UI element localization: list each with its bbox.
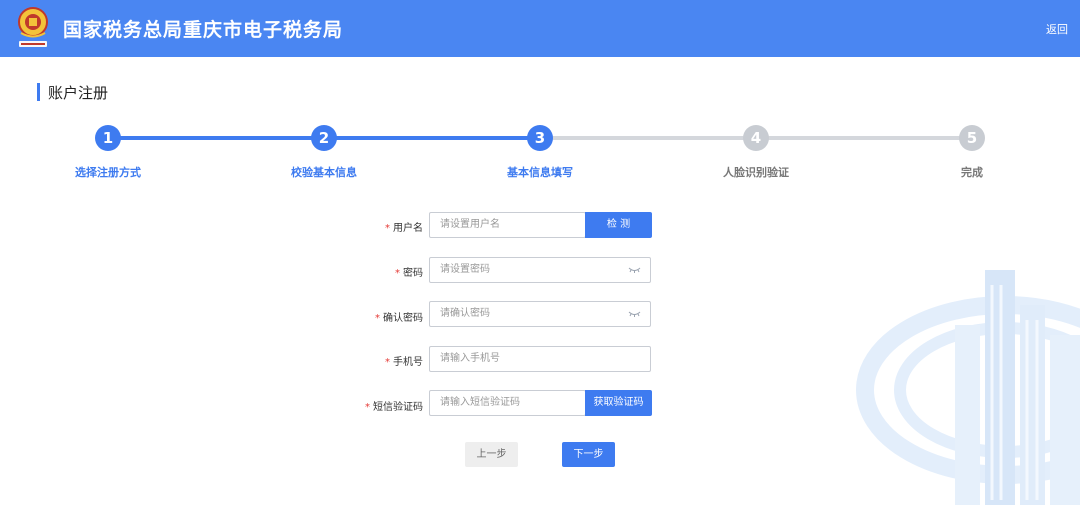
username-input[interactable]: 请设置用户名 [429, 212, 586, 238]
step-3-dot: 3 [527, 125, 553, 151]
sms-code-input[interactable]: 请输入短信验证码 [429, 390, 586, 416]
phone-input[interactable]: 请输入手机号 [429, 346, 651, 372]
required-mark: * [385, 357, 390, 368]
check-username-button[interactable]: 检 测 [585, 212, 652, 238]
step-4-dot: 4 [743, 125, 769, 151]
required-mark: * [365, 402, 370, 413]
section-accent-bar [37, 83, 40, 101]
step-1-dot: 1 [95, 125, 121, 151]
password-label: * 密码 [395, 268, 423, 279]
confirm-password-placeholder: 请确认密码 [440, 308, 490, 319]
step-2-dot: 2 [311, 125, 337, 151]
password-field[interactable]: 请设置密码 [429, 257, 651, 283]
step-2-label: 校验基本信息 [291, 166, 357, 179]
password-placeholder: 请设置密码 [440, 264, 490, 275]
step-1-label: 选择注册方式 [75, 166, 141, 179]
sms-code-label: * 短信验证码 [365, 402, 423, 413]
phone-label: * 手机号 [385, 357, 423, 368]
confirm-password-field[interactable]: 请确认密码 [429, 301, 651, 327]
back-link[interactable]: 返回 [1046, 21, 1068, 37]
get-sms-code-button[interactable]: 获取验证码 [585, 390, 652, 416]
step-3-label: 基本信息填写 [507, 166, 573, 179]
required-mark: * [395, 268, 400, 279]
tax-emblem-icon [18, 7, 48, 47]
step-5-dot: 5 [959, 125, 985, 151]
username-label: * 用户名 [385, 223, 423, 234]
site-title: 国家税务总局重庆市电子税务局 [63, 19, 344, 41]
page-title: 账户注册 [48, 84, 109, 102]
confirm-password-label: * 确认密码 [375, 313, 423, 324]
eye-closed-icon[interactable] [628, 263, 641, 276]
tax-building-watermark-icon [856, 270, 1080, 505]
step-4-label: 人脸识别验证 [723, 166, 789, 179]
required-mark: * [385, 223, 390, 234]
step-5-label: 完成 [961, 166, 983, 179]
required-mark: * [375, 313, 380, 324]
prev-step-button[interactable]: 上一步 [465, 442, 518, 467]
header-bar: 国家税务总局重庆市电子税务局 返回 [0, 0, 1080, 57]
eye-closed-icon[interactable] [628, 307, 641, 320]
next-step-button[interactable]: 下一步 [562, 442, 615, 467]
